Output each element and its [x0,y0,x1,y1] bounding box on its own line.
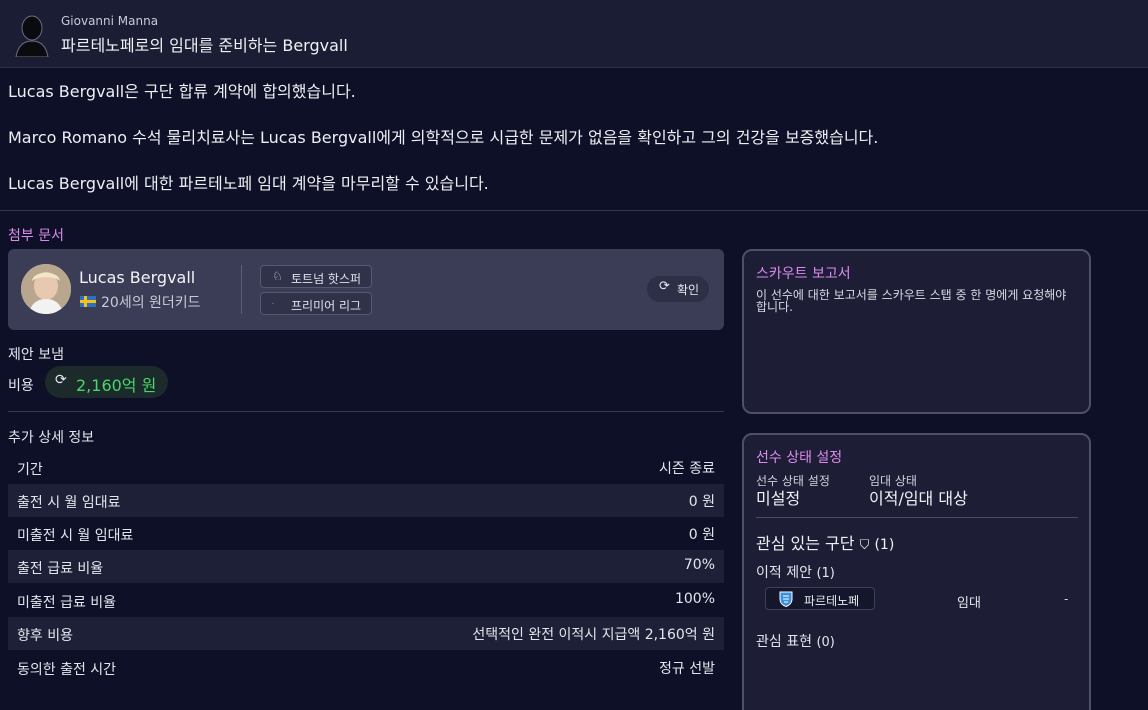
player-card[interactable]: Lucas Bergvall 20세의 원더키드 ♘ 토트넘 핫스퍼 · 프리미… [8,249,724,330]
player-description: 20세의 원더키드 [101,295,201,311]
interested-clubs-heading: 관심 있는 구단 ⛉ (1) [756,530,894,554]
club-name: 토트넘 핫스퍼 [291,272,362,286]
attachments-title: 첨부 문서 [8,228,64,244]
table-row: 동의한 출전 시간 정규 선발 [8,651,724,684]
sweden-flag-icon [80,296,96,307]
table-row: 향후 비용 선택적인 완전 이적시 지급액 2,160억 원 [8,617,724,650]
row-key: 향후 비용 [17,628,73,644]
message-subject: 파르테노페로의 임대를 준비하는 Bergvall [61,36,348,55]
message-header: Giovanni Manna 파르테노페로의 임대를 준비하는 Bergvall [0,0,1148,68]
club-chip[interactable]: ♘ 토트넘 핫스퍼 [260,265,373,288]
cost-value: 2,160억 원 [76,376,157,395]
row-value: 70% [683,557,715,573]
scout-report-panel[interactable]: 스카우트 보고서 이 선수에 대한 보고서를 스카우트 스탭 중 한 명에게 요… [742,249,1091,414]
scout-report-text: 이 선수에 대한 보고서를 스카우트 스탭 중 한 명에게 요청해야 합니다. [756,288,1067,314]
row-value: 0 원 [688,527,715,543]
scout-report-title: 스카우트 보고서 [756,266,851,282]
row-key: 동의한 출전 시간 [17,662,117,678]
player-status-panel: 선수 상태 설정 선수 상태 설정 미설정 임대 상태 이적/임대 대상 관심 … [742,433,1091,710]
details-title: 추가 상세 정보 [8,430,95,446]
divider [241,265,242,314]
status-setting-value[interactable]: 미설정 [756,485,800,509]
cost-value-pill: ⟳ 2,160억 원 [45,366,169,398]
offer-club-chip[interactable]: 파르테노페 [765,587,875,610]
table-row: 미출전 시 월 임대료 0 원 [8,517,724,550]
refresh-icon: ⟳ [659,279,670,294]
interest-expressed-label: 관심 표현 [756,634,812,650]
loan-status-value[interactable]: 이적/임대 대상 [869,485,968,509]
row-value: 시즌 종료 [659,461,715,477]
table-row: 기간 시즌 종료 [8,451,724,484]
table-row: 출전 급료 비율 70% [8,550,724,583]
offer-club-name: 파르테노페 [804,594,860,608]
body-paragraph: Lucas Bergvall에 대한 파르테노페 임대 계약을 마무리할 수 있… [8,174,489,193]
row-key: 출전 시 월 임대료 [17,495,121,511]
row-value: 0 원 [688,494,715,510]
interested-clubs-label: 관심 있는 구단 [756,534,855,553]
divider [8,411,724,412]
divider [756,517,1078,518]
row-key: 출전 급료 비율 [17,561,104,577]
offer-extra: - [1064,592,1069,606]
league-icon: · [272,301,274,308]
interest-expressed-count: (0) [816,635,835,650]
row-value: 정규 선발 [659,661,715,677]
table-row: 미출전 급료 비율 100% [8,584,724,617]
transfer-offers-count: (1) [816,566,835,581]
row-key: 기간 [17,462,43,478]
interested-clubs-count: (1) [874,537,895,553]
refresh-icon: ⟳ [55,372,67,388]
body-paragraph: Lucas Bergvall은 구단 합류 계약에 합의했습니다. [8,82,356,101]
row-value: 100% [674,591,715,607]
body-paragraph: Marco Romano 수석 물리치료사는 Lucas Bergvall에게 … [8,128,879,147]
transfer-offers-heading: 이적 제안 (1) [756,562,835,582]
confirm-label: 확인 [677,283,700,297]
interest-expressed-heading: 관심 표현 (0) [756,631,835,651]
sender-avatar-icon [15,15,49,57]
league-name: 프리미어 리그 [291,299,362,313]
shield-icon: ⛉ [859,538,870,553]
row-key: 미출전 급료 비율 [17,595,117,611]
league-chip[interactable]: · 프리미어 리그 [260,292,373,315]
player-name[interactable]: Lucas Bergvall [79,268,195,287]
player-status-title: 선수 상태 설정 [756,450,843,466]
club-badge-icon [779,591,793,607]
offer-type: 임대 [957,596,981,611]
player-photo [21,264,71,314]
row-value: 선택적인 완전 이적시 지급액 2,160억 원 [472,627,715,643]
offer-title: 제안 보냄 [8,347,64,363]
sender-name: Giovanni Manna [61,14,159,28]
transfer-offers-label: 이적 제안 [756,565,812,581]
table-row: 출전 시 월 임대료 0 원 [8,484,724,517]
club-crest-icon: ♘ [272,269,283,283]
divider [0,210,1148,211]
row-key: 미출전 시 월 임대료 [17,528,134,544]
cost-label: 비용 [8,378,34,394]
confirm-button[interactable]: ⟳ 확인 [647,276,710,302]
